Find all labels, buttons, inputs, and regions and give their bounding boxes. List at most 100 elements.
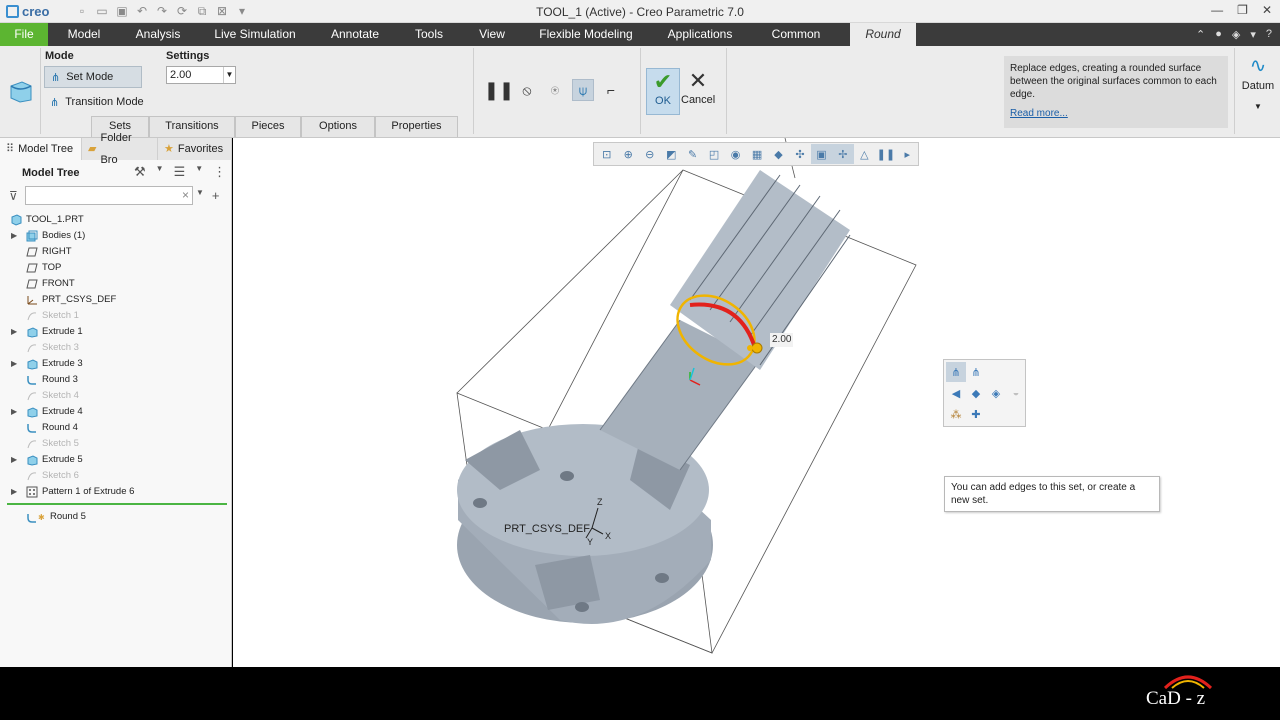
layers-icon[interactable]: ◈ bbox=[1232, 28, 1240, 41]
insert-indicator[interactable] bbox=[7, 503, 227, 505]
extrude-icon bbox=[27, 327, 38, 338]
round-type-icon[interactable]: ◀ bbox=[946, 383, 966, 403]
tab-tools[interactable]: Tools bbox=[403, 23, 455, 46]
tree-item[interactable]: Round 3 bbox=[0, 372, 232, 388]
read-more-link[interactable]: Read more... bbox=[1010, 107, 1222, 120]
geometry-preview-icon[interactable]: ⍟ bbox=[544, 79, 566, 101]
chevron-down-icon[interactable]: ▼ bbox=[195, 164, 203, 180]
tree-filter-icon[interactable]: ⋮ bbox=[213, 164, 226, 180]
tree-item[interactable]: Sketch 5 bbox=[0, 436, 232, 452]
spin-center-icon[interactable]: ✢ bbox=[832, 144, 854, 164]
datum-display-icon[interactable]: ✣ bbox=[789, 144, 810, 164]
expand-icon[interactable]: ▶ bbox=[11, 484, 17, 500]
appearance-icon[interactable]: △ bbox=[854, 144, 875, 164]
display-style-icon[interactable]: ◉ bbox=[725, 144, 746, 164]
tab-model-tree[interactable]: ⠿ Model Tree bbox=[0, 138, 82, 160]
annotation-display-icon[interactable]: ▣ bbox=[810, 144, 833, 164]
zoom-out-icon[interactable]: ⊖ bbox=[639, 144, 660, 164]
close-icon[interactable]: ✕ bbox=[1262, 3, 1272, 17]
subtab-transitions[interactable]: Transitions bbox=[149, 116, 235, 137]
tree-columns-icon[interactable]: ☰ bbox=[174, 164, 186, 180]
glasses-preview-icon[interactable]: ⌐ bbox=[600, 79, 622, 101]
pause-animation-icon[interactable]: ❚❚ bbox=[875, 144, 896, 164]
subtab-properties[interactable]: Properties bbox=[375, 116, 458, 137]
tree-item[interactable]: TOP bbox=[0, 260, 232, 276]
transition-mode-button[interactable]: ⋔ Transition Mode bbox=[44, 91, 154, 113]
tree-item[interactable]: RIGHT bbox=[0, 244, 232, 260]
flag-icon[interactable]: ▸ bbox=[897, 144, 918, 164]
chevron-down-icon[interactable]: ▼ bbox=[223, 67, 235, 83]
set-mode-button[interactable]: ⋔ Set Mode bbox=[44, 66, 142, 88]
sets-list-icon[interactable]: ⁂ bbox=[946, 404, 966, 424]
chevron-down-icon[interactable]: ▼ bbox=[196, 188, 204, 203]
tree-item[interactable]: ▶ Extrude 4 bbox=[0, 404, 232, 420]
ok-button[interactable]: ✔ OK bbox=[646, 68, 680, 115]
expand-icon[interactable]: ▶ bbox=[11, 228, 17, 244]
tree-item[interactable]: TOOL_1.PRT bbox=[0, 212, 232, 228]
restore-icon[interactable]: ❐ bbox=[1237, 3, 1248, 17]
subtab-options[interactable]: Options bbox=[301, 116, 375, 137]
perspective-icon[interactable]: ◆ bbox=[768, 144, 789, 164]
tab-common[interactable]: Common bbox=[760, 23, 832, 46]
tree-item[interactable]: ▶ Extrude 5 bbox=[0, 452, 232, 468]
saved-views-icon[interactable]: ◰ bbox=[703, 144, 724, 164]
filter-icon[interactable]: ⊽ bbox=[9, 189, 18, 203]
tab-model[interactable]: Model bbox=[52, 23, 116, 46]
chevron-down-icon[interactable]: ▼ bbox=[1238, 102, 1278, 111]
tree-item[interactable]: ▶ Extrude 3 bbox=[0, 356, 232, 372]
reorient-icon[interactable]: ✎ bbox=[682, 144, 703, 164]
expand-icon[interactable]: ▶ bbox=[11, 356, 17, 372]
tree-item[interactable]: Sketch 1 bbox=[0, 308, 232, 324]
tab-applications[interactable]: Applications bbox=[657, 23, 743, 46]
tree-settings-icon[interactable]: ⚒ bbox=[134, 164, 146, 180]
no-preview-icon[interactable]: ⦸ bbox=[516, 79, 538, 101]
verify-mode-icon[interactable]: ⍦ bbox=[572, 79, 594, 101]
tree-item[interactable]: Sketch 3 bbox=[0, 340, 232, 356]
pause-icon[interactable]: ❚❚ bbox=[484, 79, 514, 101]
tree-item[interactable]: ▶ Pattern 1 of Extrude 6 bbox=[0, 484, 232, 500]
user-icon[interactable]: ● bbox=[1215, 28, 1222, 41]
tree-item[interactable]: PRT_CSYS_DEF bbox=[0, 292, 232, 308]
chordal-icon[interactable]: ◆ bbox=[966, 383, 986, 403]
zoom-in-icon[interactable]: ⊕ bbox=[617, 144, 638, 164]
view-manager-icon[interactable]: ▦ bbox=[746, 144, 767, 164]
help-icon[interactable]: ? bbox=[1266, 28, 1272, 41]
expand-icon[interactable]: ▶ bbox=[11, 404, 17, 420]
refit-icon[interactable]: ⊡ bbox=[596, 144, 617, 164]
add-icon[interactable]: + bbox=[212, 188, 220, 203]
tab-round[interactable]: Round bbox=[850, 23, 916, 46]
tree-item[interactable]: FRONT bbox=[0, 276, 232, 292]
cancel-button[interactable]: ✕ Cancel bbox=[681, 68, 715, 115]
set-mode-mini-icon[interactable]: ⋔ bbox=[946, 362, 966, 382]
tab-view[interactable]: View bbox=[468, 23, 516, 46]
repaint-icon[interactable]: ◩ bbox=[660, 144, 681, 164]
expand-icon[interactable]: ▶ bbox=[11, 324, 17, 340]
tab-favorites[interactable]: ★ Favorites bbox=[158, 138, 232, 160]
radius-combo[interactable]: 2.00 ▼ bbox=[166, 66, 236, 84]
datum-button[interactable]: ∿ Datum ▼ bbox=[1238, 52, 1278, 111]
collapse-ribbon-icon[interactable]: ⌃ bbox=[1196, 28, 1205, 41]
tab-live-simulation[interactable]: Live Simulation bbox=[205, 23, 305, 46]
transition-mode-mini-icon[interactable]: ⋔ bbox=[966, 362, 986, 382]
minimize-icon[interactable]: — bbox=[1211, 3, 1223, 17]
tree-item[interactable]: ▶ Bodies (1) bbox=[0, 228, 232, 244]
tab-folder-browser[interactable]: ▰ Folder Bro bbox=[82, 132, 158, 166]
expand-icon[interactable]: ▶ bbox=[11, 452, 17, 468]
tab-analysis[interactable]: Analysis bbox=[126, 23, 190, 46]
tree-item[interactable]: ▶ Extrude 1 bbox=[0, 324, 232, 340]
tree-search-input[interactable]: × bbox=[25, 186, 193, 205]
tab-annotate[interactable]: Annotate bbox=[320, 23, 390, 46]
tree-item[interactable]: Sketch 4 bbox=[0, 388, 232, 404]
tree-item[interactable]: Sketch 6 bbox=[0, 468, 232, 484]
subtab-pieces[interactable]: Pieces bbox=[235, 116, 301, 137]
tree-item[interactable]: Round 4 bbox=[0, 420, 232, 436]
add-set-icon[interactable]: ✚ bbox=[966, 404, 986, 424]
help-dropdown-icon[interactable]: ▾ bbox=[1250, 28, 1256, 41]
tab-flexible-modeling[interactable]: Flexible Modeling bbox=[530, 23, 642, 46]
conic-icon[interactable]: ◈ bbox=[986, 383, 1006, 403]
chevron-down-icon[interactable]: ▼ bbox=[156, 164, 164, 180]
clear-icon[interactable]: × bbox=[182, 188, 189, 202]
tab-file[interactable]: File bbox=[0, 23, 48, 46]
model-view[interactable] bbox=[233, 138, 1280, 667]
dimension-handle-label[interactable]: 2.00 bbox=[770, 333, 794, 347]
